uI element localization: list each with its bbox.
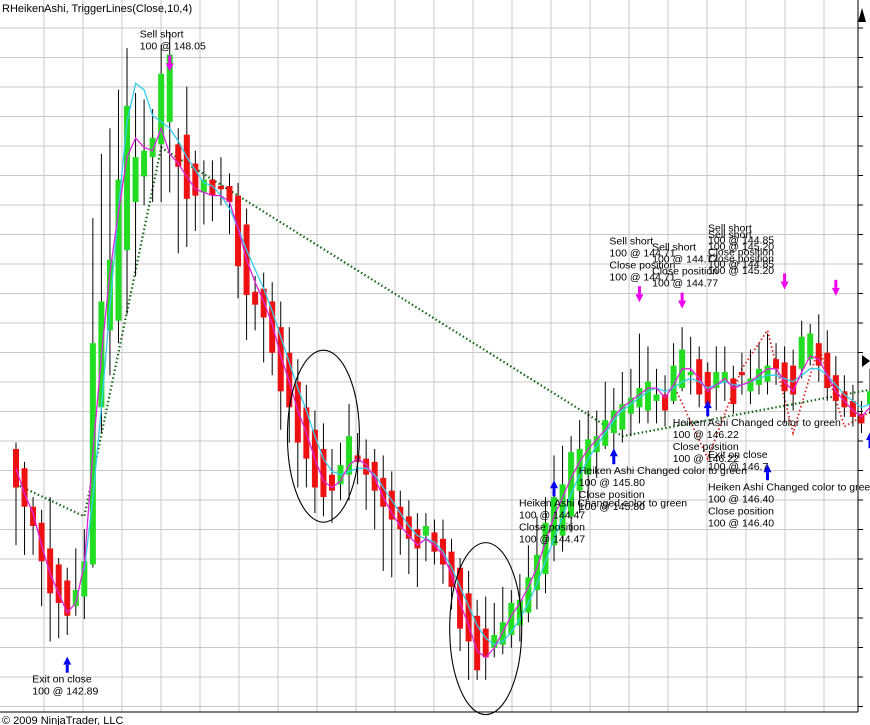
trade-annotation-text: Close position (708, 505, 774, 517)
trade-annotation-text: 100 @ 148.05 (140, 40, 206, 52)
trade-annotation-text: Sell short (140, 28, 184, 40)
candle-body (226, 186, 233, 203)
candle-body (252, 291, 259, 305)
candle-body (328, 474, 335, 491)
candle-body (670, 365, 677, 401)
trade-annotation-text: Close position (579, 489, 645, 501)
candle-body (730, 378, 737, 405)
sell-arrow-icon (831, 287, 840, 296)
trade-annotation-text: 100 @ 144.77 (652, 278, 718, 290)
candle-body (269, 301, 276, 353)
candle-body (738, 372, 745, 376)
buy-arrow-icon (609, 448, 618, 457)
trade-annotation-text: Sell short (708, 229, 752, 241)
candle-body (653, 394, 660, 401)
candle-body (149, 137, 156, 158)
buy-arrow-icon (866, 432, 870, 441)
candle-body (422, 525, 429, 536)
candles (13, 32, 870, 680)
candle-body (200, 179, 207, 193)
trade-annotation-text: 100 @ 145.80 (579, 501, 645, 513)
trade-annotation-text: 100 @ 145.20 (708, 241, 774, 253)
candle-body (644, 381, 651, 411)
candle-body (320, 449, 327, 498)
candle-body (235, 195, 242, 267)
trade-annotation-text: Heiken Ashi Changed color to green (673, 417, 841, 429)
candle-body (141, 150, 148, 177)
trade-annotation-text: Sell short (609, 235, 653, 247)
price-marker-icon (862, 355, 870, 367)
candle-body (47, 548, 54, 594)
trade-annotation-text: Exit on close (708, 449, 768, 461)
candle-body (363, 458, 370, 475)
scroll-up-icon[interactable] (858, 8, 866, 22)
slow-trigger-line (83, 82, 870, 646)
sell-arrow-icon (678, 300, 687, 309)
trade-annotation-text: 100 @ 142.89 (32, 686, 98, 698)
candle-body (192, 163, 199, 196)
candle-body (183, 134, 190, 199)
price-chart[interactable]: Exit on close100 @ 142.89Sell short100 @… (0, 0, 870, 725)
candle-body (217, 186, 224, 190)
trade-annotation-text: 100 @ 146.40 (708, 493, 774, 505)
candle-body (482, 628, 489, 658)
chart-title: RHeikenAshi, TriggerLines(Close,10,4) (2, 3, 192, 15)
trade-annotation-text: 100 @ 146.22 (673, 429, 739, 441)
trade-annotation-text: Close position (708, 253, 774, 265)
highlight-circles (286, 349, 523, 716)
copyright: © 2009 NinjaTrader, LLC (2, 715, 123, 725)
sell-arrow-icon (635, 294, 644, 303)
trade-annotation-text: 100 @ 144.47 (519, 533, 585, 545)
buy-arrow-icon (63, 656, 72, 665)
candle-body (781, 362, 788, 392)
candle-body (687, 372, 694, 376)
trade-annotation-text: 100 @ 145.80 (579, 477, 645, 489)
trade-annotation-text: 100 @ 144.47 (519, 509, 585, 521)
candle-body (798, 336, 805, 369)
candle-body (132, 157, 139, 203)
candle-body (371, 461, 378, 491)
trade-annotation-text: 100 @ 146.40 (708, 517, 774, 529)
candle-body (764, 365, 771, 382)
trade-annotation-text: Heiken Ashi Changed color to green (708, 481, 870, 493)
trade-annotation-text: 100 @ 146.7 (708, 461, 768, 473)
trade-annotation-text: Exit on close (32, 674, 92, 686)
trade-annotation-text: Close position (519, 521, 585, 533)
candle-body (13, 449, 19, 488)
trade-annotation-text: 100 @ 145.20 (708, 265, 774, 277)
sell-arrow-icon (780, 281, 789, 290)
candle-body (773, 359, 780, 369)
candle-body (38, 522, 45, 562)
candle-body (491, 635, 498, 648)
trade-annotation-text: Sell short (652, 242, 696, 254)
